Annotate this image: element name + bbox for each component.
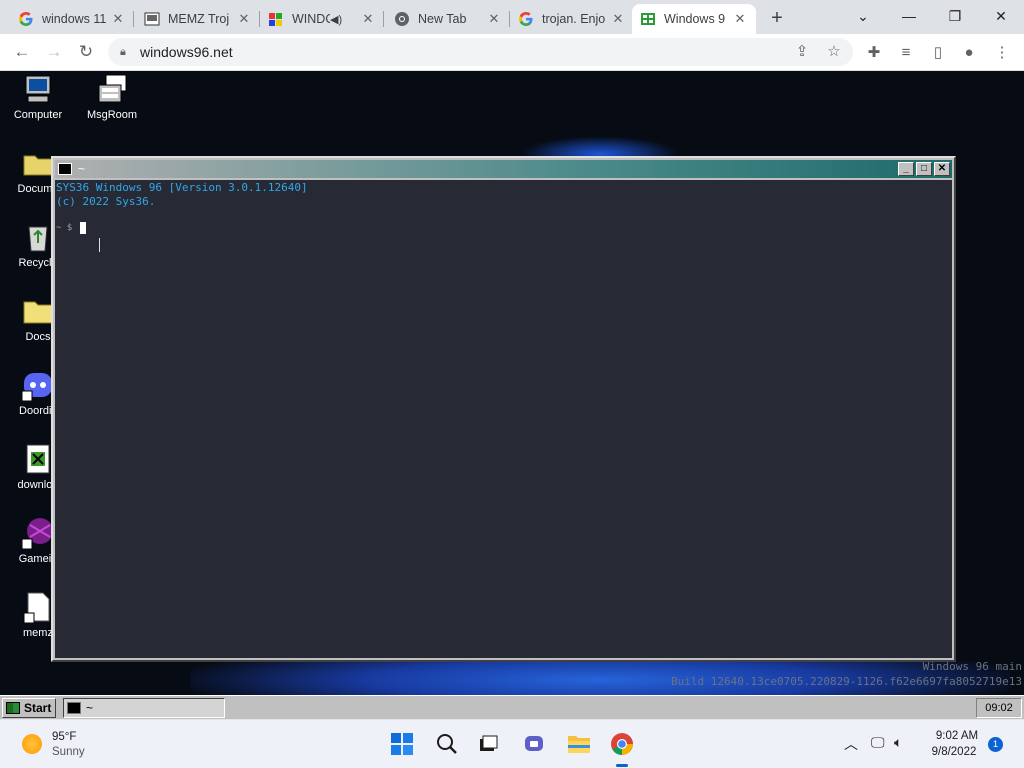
tab-close-icon[interactable]: ✕ <box>236 11 252 27</box>
msgroom-icon <box>96 73 128 105</box>
tab-title: WINDO <box>292 12 330 26</box>
volume-icon[interactable]: 🔈︎ <box>894 734 902 751</box>
chat-icon[interactable] <box>520 730 548 758</box>
tab-close-icon[interactable]: ✕ <box>486 11 502 27</box>
system-date[interactable]: 9/8/2022 <box>926 746 982 758</box>
lock-icon[interactable]: 🔒︎ <box>120 46 140 59</box>
tab-new-tab[interactable]: New Tab ✕ <box>386 4 510 34</box>
new-tab-button[interactable]: + <box>764 6 790 30</box>
search-icon[interactable] <box>433 730 461 758</box>
start-label: Start <box>24 701 52 715</box>
tab-title: MEMZ Troj <box>168 12 230 26</box>
tab-close-icon[interactable]: ✕ <box>610 11 626 27</box>
windows96-icon <box>640 11 656 27</box>
back-button[interactable]: ← <box>8 38 36 66</box>
memz-icon <box>144 11 160 27</box>
windows-start-icon[interactable] <box>388 730 416 758</box>
tab-close-icon[interactable]: ✕ <box>110 11 126 27</box>
discord-icon <box>21 369 54 402</box>
folder-icon <box>22 295 54 327</box>
reload-button[interactable]: ↻ <box>72 38 100 66</box>
chrome-icon <box>394 11 410 27</box>
desktop-icon-msgroom[interactable]: MsgRoom <box>76 73 148 121</box>
chevron-up-icon[interactable]: ︿ <box>844 734 858 754</box>
terminal-line: SYS36 Windows 96 [Version 3.0.1.12640] <box>56 181 308 194</box>
maximize-button[interactable]: □ <box>916 162 932 176</box>
prompt-text: ~ $ <box>56 223 73 233</box>
windows96-icon <box>268 11 284 27</box>
terminal-title-bar[interactable]: ~ _ □ ✕ <box>55 160 952 178</box>
url-text: windows96.net <box>140 44 233 60</box>
game-icon <box>21 517 54 550</box>
close-button[interactable]: ✕ <box>934 162 950 176</box>
win96-clock: 09:02 <box>976 698 1022 718</box>
browser-tab-strip: windows 11 ✕ MEMZ Troj ✕ WINDO ◀) ✕ <box>0 0 1024 34</box>
task-label: ~ <box>86 701 94 715</box>
weather-temperature[interactable]: 95°F <box>52 731 76 743</box>
address-bar[interactable]: 🔒︎ windows96.net <box>108 38 853 66</box>
desktop-icon-computer[interactable]: Computer <box>2 73 74 121</box>
share-icon[interactable]: ⇪ <box>790 39 814 63</box>
mouse-ibeam-cursor <box>99 238 105 252</box>
tab-windows-11[interactable]: windows 11 ✕ <box>10 4 134 34</box>
tab-title: trojan. Enjo <box>542 12 606 26</box>
file-explorer-icon[interactable] <box>565 730 593 758</box>
terminal-prompt[interactable]: ~ $ <box>56 222 952 234</box>
speaker-icon[interactable]: ◀) <box>330 13 342 26</box>
download-icon <box>22 443 54 475</box>
terminal-icon <box>58 163 72 175</box>
start-icon <box>6 702 20 714</box>
tab-close-icon[interactable]: ✕ <box>732 11 748 27</box>
terminal-title: ~ <box>78 162 86 176</box>
weather-condition[interactable]: Sunny <box>52 746 85 758</box>
tab-title: windows 11 <box>42 12 107 26</box>
system-time[interactable]: 9:02 AM <box>932 730 982 742</box>
win96-taskbar: Start ~ 09:02 <box>0 695 1024 719</box>
build-info-line2: Build 12640.13ce0705.220829-1126.f62e669… <box>671 675 1022 688</box>
minimize-button[interactable]: _ <box>898 162 914 176</box>
start-button[interactable]: Start <box>2 698 56 718</box>
icon-label: Computer <box>13 109 63 121</box>
taskbar-terminal-button[interactable]: ~ <box>63 698 225 718</box>
terminal-window[interactable]: ~ _ □ ✕ SYS36 Windows 96 [Version 3.0.1.… <box>51 156 956 662</box>
tab-trojan[interactable]: trojan. Enjo ✕ <box>510 4 634 34</box>
extensions-icon[interactable]: ✚ <box>861 38 887 66</box>
profile-avatar-icon[interactable]: ● <box>956 38 982 66</box>
tab-title: New Tab <box>418 12 467 26</box>
computer-icon <box>22 73 54 105</box>
recycle-bin-icon <box>22 221 54 253</box>
tab-memz[interactable]: MEMZ Troj ✕ <box>136 4 260 34</box>
terminal-line: (c) 2022 Sys36. <box>56 195 156 208</box>
tab-search-button[interactable]: ⌄ <box>840 0 886 32</box>
tab-windows96-active[interactable]: Windows 9 ✕ <box>632 4 756 34</box>
close-window-button[interactable]: ✕ <box>978 0 1024 32</box>
tab-close-icon[interactable]: ✕ <box>360 11 376 27</box>
restore-button[interactable]: ❐ <box>932 0 978 32</box>
network-icon[interactable]: 🖵︎ <box>871 734 885 751</box>
chrome-taskbar-icon[interactable] <box>608 730 636 758</box>
notification-badge[interactable]: 1 <box>988 737 1003 752</box>
terminal-output[interactable]: SYS36 Windows 96 [Version 3.0.1.12640] (… <box>55 180 952 658</box>
active-app-indicator <box>616 764 628 767</box>
windows-taskbar: 95°F Sunny ︿ 🖵︎ 🔈︎ 9:02 AM 9/8/2022 1 <box>0 719 1024 768</box>
chrome-menu-icon[interactable]: ⋮ <box>989 38 1015 66</box>
side-panel-icon[interactable]: ▯ <box>925 38 951 66</box>
media-control-icon[interactable]: ≡ <box>893 38 919 66</box>
terminal-icon <box>67 702 81 714</box>
sun-icon[interactable] <box>22 734 42 754</box>
google-g-icon <box>18 11 34 27</box>
google-g-icon <box>518 11 534 27</box>
bookmark-star-icon[interactable]: ☆ <box>822 39 846 63</box>
text-cursor <box>80 222 87 234</box>
tab-title: Windows 9 <box>664 12 726 26</box>
file-icon <box>22 591 54 624</box>
minimize-button[interactable]: — <box>886 0 932 32</box>
task-view-icon[interactable] <box>474 730 502 758</box>
folder-icon <box>22 147 54 179</box>
icon-label: MsgRoom <box>86 109 138 121</box>
forward-button[interactable]: → <box>40 38 68 66</box>
tab-windows96-audio[interactable]: WINDO ◀) ✕ <box>260 4 384 34</box>
